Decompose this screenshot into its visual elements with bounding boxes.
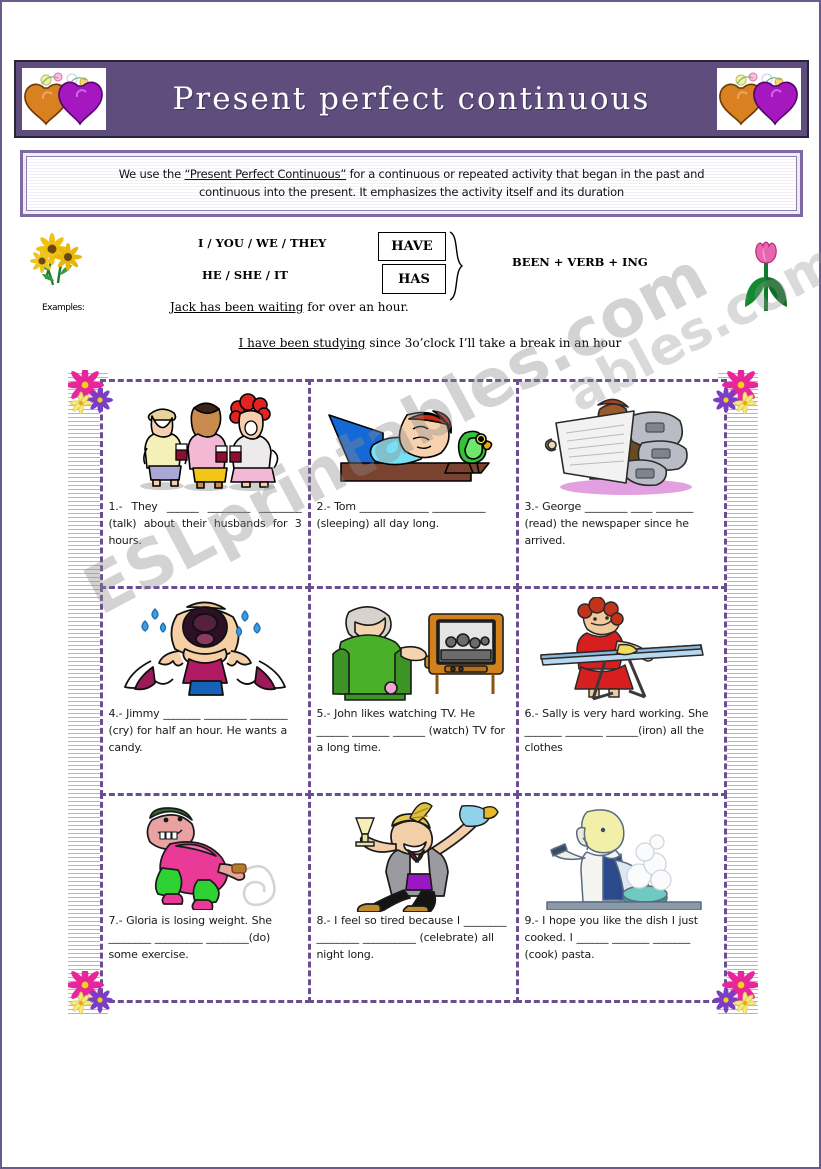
explanation-line-1-post: for a continuous or repeated activity th… — [346, 167, 705, 182]
woman-exercising-icon — [109, 800, 302, 912]
formula-section: I / YOU / WE / THEY HE / SHE / IT HAVE H… — [20, 230, 803, 355]
explanation-quoted-term: “Present Perfect Continuous” — [184, 167, 347, 182]
auxiliary-have: HAVE — [378, 232, 446, 261]
exercise-area: 1.- They ______ ________ ________ (talk)… — [68, 370, 758, 1015]
page-title: Present perfect continuous — [172, 81, 651, 117]
auxiliary-has: HAS — [382, 264, 446, 294]
hearts-decoration-left — [22, 68, 106, 130]
bottom-white-strip — [108, 1003, 718, 1015]
corner-flower-top-right — [712, 370, 758, 414]
exercise-text-7: 7.- Gloria is losing weight. She _______… — [108, 914, 272, 962]
explanation-box: We use the “Present Perfect Continuous” … — [20, 150, 803, 217]
exercise-text-8: 8.- I feel so tired because I ________ _… — [316, 914, 507, 962]
subject-group-2: HE / SHE / IT — [202, 268, 288, 282]
sunflowers-icon — [26, 233, 88, 295]
explanation-line-2: continuous into the present. It emphasiz… — [198, 184, 625, 199]
title-banner: Present perfect continuous — [14, 60, 809, 138]
woman-ironing-icon — [525, 593, 718, 705]
man-reading-newspaper-icon — [525, 386, 718, 498]
example-1-rest: for over an hour. — [303, 300, 409, 314]
exercise-cell-5[interactable]: 5.- John likes watching TV. He ______ __… — [307, 585, 519, 797]
exercise-cell-3[interactable]: 3.- George ________ ____ _______ (read) … — [515, 378, 727, 589]
exercise-cell-2[interactable]: 2.- Tom _____________ __________ (sleepi… — [307, 378, 519, 589]
three-women-talking-icon — [109, 386, 302, 498]
exercise-grid: 1.- They ______ ________ ________ (talk)… — [99, 378, 727, 1004]
formula-tail: BEEN + VERB + ING — [512, 255, 648, 269]
example-2-underlined: I have been studying — [238, 336, 366, 350]
explanation-line-1: We use the “Present Perfect Continuous” … — [119, 166, 705, 183]
brace-icon — [448, 230, 466, 301]
exercise-text-4: 4.- Jimmy _______ ________ _______ (cry)… — [108, 706, 288, 754]
example-2-rest: since 3o’clock I’ll take a break in an h… — [365, 336, 622, 350]
exercise-text-1: 1.- They ______ ________ ________ (talk)… — [108, 499, 302, 547]
exercise-cell-1[interactable]: 1.- They ______ ________ ________ (talk)… — [99, 378, 311, 589]
exercise-text-6: 6.- Sally is very hard working. She ____… — [524, 706, 709, 754]
man-sleeping-with-parrot-icon — [317, 386, 510, 498]
tulip-icon — [735, 233, 797, 317]
exercise-cell-4[interactable]: 4.- Jimmy _______ ________ _______ (cry)… — [99, 585, 311, 797]
corner-flower-bottom-left — [68, 971, 114, 1015]
exercise-cell-7[interactable]: 7.- Gloria is losing weight. She _______… — [99, 793, 311, 1004]
example-sentence-1: Jack has been waiting for over an hour. — [170, 300, 409, 314]
exercise-cell-6[interactable]: 6.- Sally is very hard working. She ____… — [515, 585, 727, 797]
exercise-text-9: 9.- I hope you like the dish I just cook… — [524, 914, 699, 962]
exercise-cell-9[interactable]: 9.- I hope you like the dish I just cook… — [515, 793, 727, 1004]
person-cooking-icon — [525, 800, 718, 912]
subject-group-1: I / YOU / WE / THEY — [198, 236, 327, 250]
exercise-text-3: 3.- George ________ ____ _______ (read) … — [524, 499, 694, 547]
explanation-inner: We use the “Present Perfect Continuous” … — [26, 156, 797, 211]
examples-label: Examples: — [42, 303, 85, 313]
exercise-text-2: 2.- Tom _____________ __________ (sleepi… — [316, 499, 486, 530]
crying-child-icon — [109, 593, 302, 705]
worksheet-page: Present perfect continuous We use the “P… — [0, 0, 821, 1169]
corner-flower-bottom-right — [712, 971, 758, 1015]
man-celebrating-icon — [317, 800, 510, 913]
hearts-decoration-right — [717, 68, 801, 130]
man-watching-tv-icon — [317, 593, 510, 705]
corner-flower-top-left — [68, 370, 114, 414]
exercise-cell-8[interactable]: 8.- I feel so tired because I ________ _… — [307, 793, 519, 1004]
example-sentence-2: I have been studying since 3o’clock I’ll… — [150, 336, 710, 350]
explanation-line-1-pre: We use the — [118, 167, 185, 182]
example-1-underlined: Jack has been waiting — [170, 300, 304, 314]
exercise-text-5: 5.- John likes watching TV. He ______ __… — [316, 706, 506, 754]
